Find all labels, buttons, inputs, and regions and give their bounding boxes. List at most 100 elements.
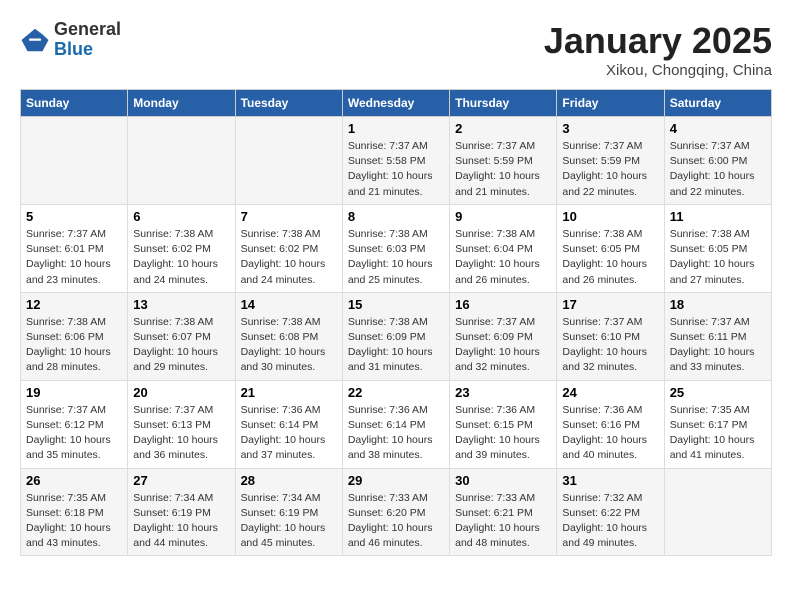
calendar-cell: 24 Sunrise: 7:36 AM Sunset: 6:16 PM Dayli… [557,380,664,468]
calendar-cell: 2Sunrise: 7:37 AM Sunset: 5:59 PM Daylig… [450,117,557,205]
day-info: Sunrise: 7:36 AM Sunset: 6:15 PM Dayligh… [455,403,551,464]
logo-icon [20,25,50,55]
day-number: 31 [562,473,658,488]
day-number: 8 [348,209,444,224]
day-info: Sunrise: 7:37 AM Sunset: 6:01 PM Dayligh… [26,227,122,288]
day-number: 21 [241,385,337,400]
logo-blue: Blue [54,40,121,60]
day-number: 29 [348,473,444,488]
calendar-cell [664,468,771,556]
day-number: 7 [241,209,337,224]
weekday-header: Wednesday [342,90,449,117]
calendar-cell: 9Sunrise: 7:38 AM Sunset: 6:04 PM Daylig… [450,204,557,292]
weekday-header: Monday [128,90,235,117]
weekday-header: Friday [557,90,664,117]
day-number: 4 [670,121,766,136]
calendar-cell: 29Sunrise: 7:33 AM Sunset: 6:20 PM Dayli… [342,468,449,556]
day-info: Sunrise: 7:33 AM Sunset: 6:21 PM Dayligh… [455,491,551,552]
day-number: 25 [670,385,766,400]
day-number: 12 [26,297,122,312]
weekday-header: Saturday [664,90,771,117]
day-number: 11 [670,209,766,224]
day-info: Sunrise: 7:37 AM Sunset: 6:09 PM Dayligh… [455,315,551,376]
day-number: 13 [133,297,229,312]
calendar-cell: 5 Sunrise: 7:37 AM Sunset: 6:01 PM Daylig… [21,204,128,292]
day-info: Sunrise: 7:37 AM Sunset: 6:00 PM Dayligh… [670,139,766,200]
month-title: January 2025 [544,20,772,62]
calendar-cell: 7 Sunrise: 7:38 AM Sunset: 6:02 PM Daylig… [235,204,342,292]
day-number: 16 [455,297,551,312]
calendar-cell: 21 Sunrise: 7:36 AM Sunset: 6:14 PM Dayli… [235,380,342,468]
day-number: 1 [348,121,444,136]
day-number: 24 [562,385,658,400]
day-number: 17 [562,297,658,312]
calendar-cell: 8 Sunrise: 7:38 AM Sunset: 6:03 PM Daylig… [342,204,449,292]
calendar-cell [128,117,235,205]
day-number: 18 [670,297,766,312]
calendar-cell: 26Sunrise: 7:35 AM Sunset: 6:18 PM Dayli… [21,468,128,556]
day-info: Sunrise: 7:37 AM Sunset: 6:10 PM Dayligh… [562,315,658,376]
location-subtitle: Xikou, Chongqing, China [544,62,772,79]
day-info: Sunrise: 7:34 AM Sunset: 6:19 PM Dayligh… [133,491,229,552]
weekday-header: Tuesday [235,90,342,117]
calendar-week-row: 5 Sunrise: 7:37 AM Sunset: 6:01 PM Daylig… [21,204,772,292]
calendar-table: SundayMondayTuesdayWednesdayThursdayFrid… [20,89,772,556]
calendar-cell: 31 Sunrise: 7:32 AM Sunset: 6:22 PM Dayli… [557,468,664,556]
day-number: 2 [455,121,551,136]
calendar-cell [21,117,128,205]
day-info: Sunrise: 7:37 AM Sunset: 6:13 PM Dayligh… [133,403,229,464]
day-info: Sunrise: 7:34 AM Sunset: 6:19 PM Dayligh… [241,491,337,552]
weekday-row: SundayMondayTuesdayWednesdayThursdayFrid… [21,90,772,117]
calendar-cell: 6 Sunrise: 7:38 AM Sunset: 6:02 PM Daylig… [128,204,235,292]
day-info: Sunrise: 7:35 AM Sunset: 6:18 PM Dayligh… [26,491,122,552]
day-number: 28 [241,473,337,488]
calendar-cell [235,117,342,205]
day-number: 30 [455,473,551,488]
calendar-cell: 4 Sunrise: 7:37 AM Sunset: 6:00 PM Daylig… [664,117,771,205]
calendar-cell: 14Sunrise: 7:38 AM Sunset: 6:08 PM Dayli… [235,292,342,380]
calendar-cell: 1 Sunrise: 7:37 AM Sunset: 5:58 PM Daylig… [342,117,449,205]
day-info: Sunrise: 7:35 AM Sunset: 6:17 PM Dayligh… [670,403,766,464]
day-number: 15 [348,297,444,312]
calendar-cell: 23 Sunrise: 7:36 AM Sunset: 6:15 PM Dayli… [450,380,557,468]
day-info: Sunrise: 7:37 AM Sunset: 5:58 PM Dayligh… [348,139,444,200]
weekday-header: Sunday [21,90,128,117]
calendar-cell: 27 Sunrise: 7:34 AM Sunset: 6:19 PM Dayli… [128,468,235,556]
day-info: Sunrise: 7:36 AM Sunset: 6:14 PM Dayligh… [241,403,337,464]
calendar-cell: 20Sunrise: 7:37 AM Sunset: 6:13 PM Dayli… [128,380,235,468]
calendar-cell: 16 Sunrise: 7:37 AM Sunset: 6:09 PM Dayli… [450,292,557,380]
day-info: Sunrise: 7:38 AM Sunset: 6:06 PM Dayligh… [26,315,122,376]
calendar-body: 1 Sunrise: 7:37 AM Sunset: 5:58 PM Daylig… [21,117,772,556]
calendar-cell: 22Sunrise: 7:36 AM Sunset: 6:14 PM Dayli… [342,380,449,468]
page-header: General Blue January 2025 Xikou, Chongqi… [20,20,772,79]
calendar-cell: 11 Sunrise: 7:38 AM Sunset: 6:05 PM Dayli… [664,204,771,292]
day-number: 3 [562,121,658,136]
day-info: Sunrise: 7:38 AM Sunset: 6:03 PM Dayligh… [348,227,444,288]
calendar-cell: 25 Sunrise: 7:35 AM Sunset: 6:17 PM Dayli… [664,380,771,468]
day-number: 23 [455,385,551,400]
day-info: Sunrise: 7:38 AM Sunset: 6:04 PM Dayligh… [455,227,551,288]
day-info: Sunrise: 7:36 AM Sunset: 6:16 PM Dayligh… [562,403,658,464]
calendar-cell: 17 Sunrise: 7:37 AM Sunset: 6:10 PM Dayli… [557,292,664,380]
day-info: Sunrise: 7:38 AM Sunset: 6:02 PM Dayligh… [133,227,229,288]
logo-text: General Blue [54,20,121,60]
calendar-week-row: 26Sunrise: 7:35 AM Sunset: 6:18 PM Dayli… [21,468,772,556]
day-number: 6 [133,209,229,224]
calendar-cell: 18 Sunrise: 7:37 AM Sunset: 6:11 PM Dayli… [664,292,771,380]
day-info: Sunrise: 7:32 AM Sunset: 6:22 PM Dayligh… [562,491,658,552]
day-number: 19 [26,385,122,400]
calendar-cell: 10Sunrise: 7:38 AM Sunset: 6:05 PM Dayli… [557,204,664,292]
day-info: Sunrise: 7:38 AM Sunset: 6:05 PM Dayligh… [670,227,766,288]
day-number: 22 [348,385,444,400]
calendar-week-row: 19Sunrise: 7:37 AM Sunset: 6:12 PM Dayli… [21,380,772,468]
calendar-cell: 19Sunrise: 7:37 AM Sunset: 6:12 PM Dayli… [21,380,128,468]
day-info: Sunrise: 7:38 AM Sunset: 6:09 PM Dayligh… [348,315,444,376]
day-info: Sunrise: 7:38 AM Sunset: 6:05 PM Dayligh… [562,227,658,288]
calendar-cell: 12 Sunrise: 7:38 AM Sunset: 6:06 PM Dayli… [21,292,128,380]
day-info: Sunrise: 7:37 AM Sunset: 6:11 PM Dayligh… [670,315,766,376]
day-number: 5 [26,209,122,224]
logo: General Blue [20,20,121,60]
day-number: 27 [133,473,229,488]
day-info: Sunrise: 7:38 AM Sunset: 6:02 PM Dayligh… [241,227,337,288]
calendar-cell: 3Sunrise: 7:37 AM Sunset: 5:59 PM Daylig… [557,117,664,205]
